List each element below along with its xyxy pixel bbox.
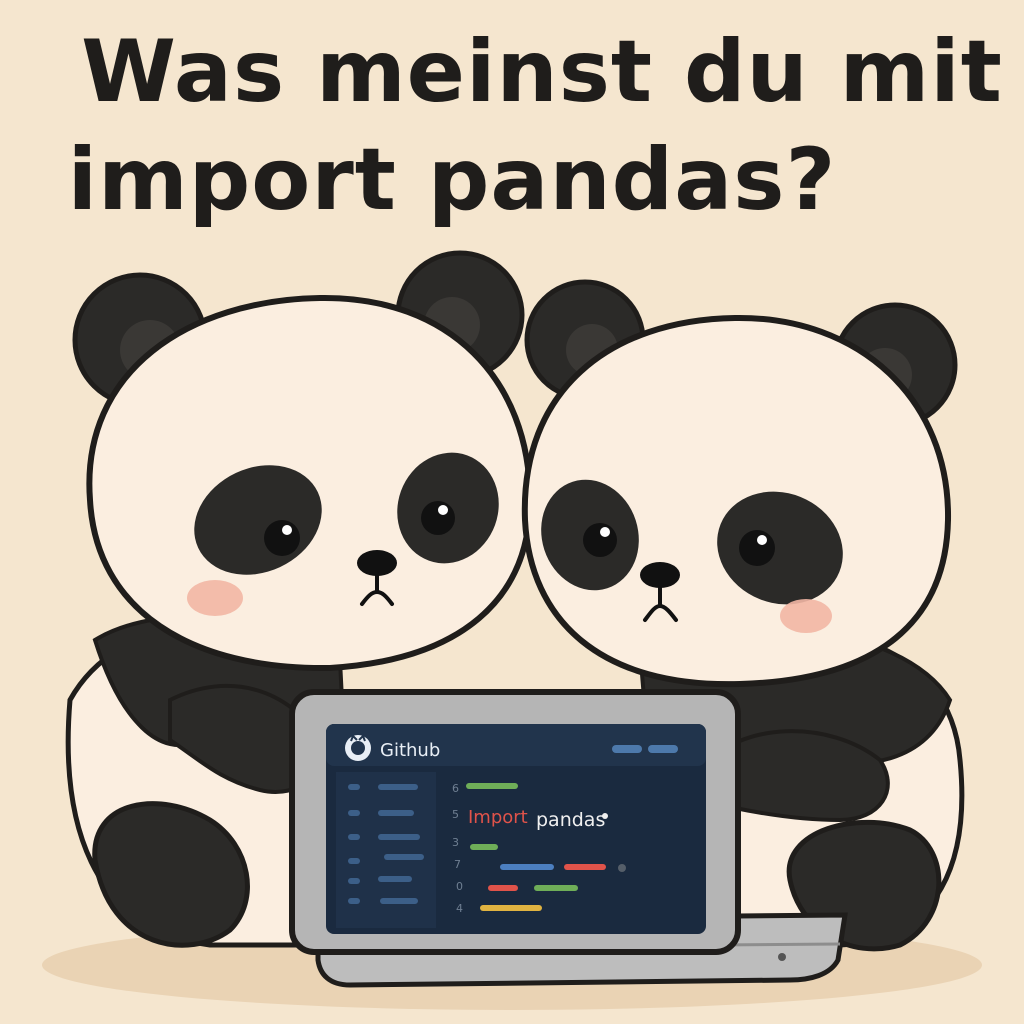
github-octocat-icon[interactable] <box>345 734 371 761</box>
line-number: 0 <box>456 880 463 893</box>
screen-sidebar <box>336 772 436 928</box>
line-number: 4 <box>456 902 463 915</box>
line-number: 7 <box>454 858 461 871</box>
window-control-2[interactable] <box>648 745 678 753</box>
code-keyword-import: Import <box>468 807 528 828</box>
cursor-dot <box>602 813 608 819</box>
line-number: 5 <box>452 808 459 821</box>
app-name-label: Github <box>380 740 440 761</box>
line-number: 3 <box>452 836 459 849</box>
window-control-1[interactable] <box>612 745 642 753</box>
code-module-pandas: pandas <box>536 809 605 831</box>
panda-illustration: Github 6 5 3 7 0 4 Import pandas <box>42 250 982 1010</box>
line-number: 6 <box>452 782 459 795</box>
